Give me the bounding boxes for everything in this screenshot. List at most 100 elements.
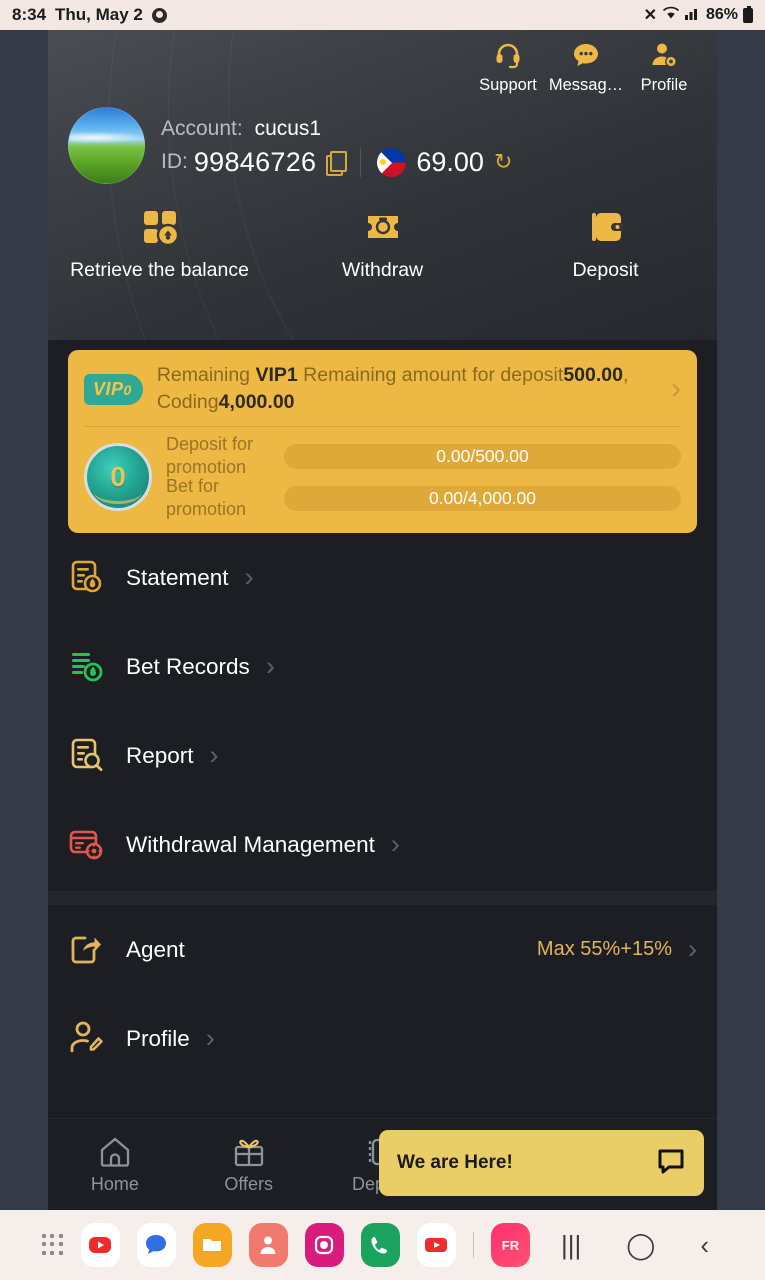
balance-amount: 69.00 xyxy=(416,146,484,177)
menu-label: Bet Records xyxy=(126,653,250,679)
support-button[interactable]: Support xyxy=(469,40,547,95)
taskbar-app-instagram[interactable] xyxy=(304,1223,344,1267)
wifi-icon xyxy=(662,6,680,25)
account-line: Account: cucus1 xyxy=(161,114,512,144)
philippines-flag-icon xyxy=(377,147,407,177)
status-time: 8:34 xyxy=(12,5,47,24)
quick-actions: Retrieve the balance Withdraw Deposit xyxy=(48,206,717,283)
deposit-promotion-label: Deposit for promotion xyxy=(166,434,254,477)
agent-commission-value: Max 55%+15% xyxy=(536,938,672,960)
app-viewport: Support Messag… Profile Account: cucus1 … xyxy=(48,30,717,1210)
withdraw-label: Withdraw xyxy=(341,259,424,281)
deposit-wallet-icon xyxy=(494,206,717,252)
menu-item-profile[interactable]: Profile › xyxy=(68,994,697,1083)
promotion-progress-row: Bet for promotion 0.00/4,000.00 xyxy=(166,476,681,519)
deposit-button[interactable]: Deposit xyxy=(494,206,717,283)
bet-promotion-label: Bet for promotion xyxy=(166,476,247,519)
account-name: cucus1 xyxy=(254,116,322,140)
refresh-balance-icon[interactable]: ↻ xyxy=(494,149,512,175)
back-button[interactable]: ‹ xyxy=(686,1230,723,1261)
header-top-icons: Support Messag… Profile xyxy=(48,30,717,95)
avatar[interactable] xyxy=(68,107,145,184)
chrome-icon xyxy=(151,7,167,23)
vip-level-badge: VIP0 xyxy=(84,373,143,405)
deposit-label: Deposit xyxy=(572,259,639,281)
chat-bubble-icon[interactable] xyxy=(656,1146,686,1181)
support-label: Support xyxy=(479,76,537,94)
phone-screen: 8:34 Thu, May 2 ✕ 86% Support Messag… Pr… xyxy=(0,0,765,1280)
id-and-balance-line: ID: 99846726 69.00 ↻ xyxy=(161,147,512,178)
vip-progress-card[interactable]: VIP0 Remaining VIP1 Remaining amount for… xyxy=(68,350,697,533)
vip-progress-section: 0 Deposit for promotion 0.00/500.00 Bet … xyxy=(84,434,681,519)
live-chat-widget[interactable]: We are Here! xyxy=(379,1130,704,1196)
menu-item-agent[interactable]: Agent Max 55%+15% › xyxy=(68,905,697,994)
statement-icon xyxy=(68,559,106,597)
taskbar-app-phone[interactable] xyxy=(360,1223,400,1267)
account-label: Account: xyxy=(161,116,243,140)
nav-offers[interactable]: Offers xyxy=(182,1135,316,1195)
menu-item-withdrawal-management[interactable]: Withdrawal Management › xyxy=(68,800,697,889)
vip-medal-number: 0 xyxy=(110,461,126,492)
taskbar-divider xyxy=(472,1232,474,1258)
messages-label: Messag… xyxy=(548,76,624,94)
menu-group-primary: Statement › Bet Records › Report › Withd… xyxy=(48,533,717,889)
nav-home[interactable]: Home xyxy=(48,1135,182,1195)
taskbar-app-youtube-music[interactable] xyxy=(80,1223,120,1267)
taskbar-app-messages[interactable] xyxy=(136,1223,176,1267)
menu-label: Profile xyxy=(126,1025,190,1051)
vip-medal-badge: 0 xyxy=(84,443,152,511)
profile-gear-icon xyxy=(625,40,703,74)
chevron-right-icon: › xyxy=(688,934,697,964)
menu-item-report[interactable]: Report › xyxy=(68,711,697,800)
gift-icon xyxy=(182,1135,316,1171)
divider xyxy=(84,426,681,427)
retrieve-balance-button[interactable]: Retrieve the balance xyxy=(48,206,271,283)
vip-chevron-icon[interactable]: › xyxy=(671,374,681,404)
profile-button[interactable]: Profile xyxy=(625,40,703,95)
account-summary: Account: cucus1 ID: 99846726 69.00 ↻ xyxy=(48,95,717,184)
menu-item-statement[interactable]: Statement › xyxy=(68,533,697,622)
deposit-progress-bar: 0.00/500.00 xyxy=(284,443,681,469)
status-date: Thu, May 2 xyxy=(55,5,143,24)
menu-label: Withdrawal Management xyxy=(126,831,375,857)
home-button[interactable]: ◯ xyxy=(612,1230,669,1261)
taskbar-app-contacts[interactable] xyxy=(248,1223,288,1267)
taskbar-app-files[interactable] xyxy=(192,1223,232,1267)
promotion-progress-list: Deposit for promotion 0.00/500.00 Bet fo… xyxy=(166,434,681,519)
chevron-right-icon: › xyxy=(244,562,254,592)
app-drawer-icon[interactable] xyxy=(41,1234,64,1256)
signal-icon xyxy=(684,6,701,25)
bet-records-icon xyxy=(68,648,106,686)
status-bar: 8:34 Thu, May 2 ✕ 86% xyxy=(0,0,765,30)
withdraw-icon xyxy=(271,206,494,252)
message-icon xyxy=(547,40,625,74)
android-taskbar: FR ||| ◯ ‹ xyxy=(0,1210,765,1280)
id-value: 99846726 xyxy=(193,146,317,177)
mute-icon: ✕ xyxy=(643,7,657,24)
vip-message: Remaining VIP1 Remaining amount for depo… xyxy=(156,364,629,413)
chevron-right-icon: › xyxy=(265,651,275,681)
chevron-right-icon: › xyxy=(209,740,219,770)
menu-label: Agent xyxy=(126,936,185,962)
copy-icon[interactable] xyxy=(326,151,348,176)
status-bar-right: ✕ 86% xyxy=(644,5,753,25)
profile-label: Profile xyxy=(640,76,688,94)
chevron-right-icon: › xyxy=(390,829,400,859)
promotion-progress-row: Deposit for promotion 0.00/500.00 xyxy=(166,434,681,477)
messages-button[interactable]: Messag… xyxy=(547,40,625,95)
recents-button[interactable]: ||| xyxy=(547,1230,595,1261)
menu-item-bet-records[interactable]: Bet Records › xyxy=(68,622,697,711)
vip-card-header: VIP0 Remaining VIP1 Remaining amount for… xyxy=(84,362,681,416)
account-header: Support Messag… Profile Account: cucus1 … xyxy=(48,30,717,340)
battery-icon xyxy=(743,5,753,23)
taskbar-app-youtube[interactable] xyxy=(416,1223,456,1267)
divider xyxy=(360,147,362,177)
id-label: ID: xyxy=(161,150,188,173)
taskbar-app-fr[interactable]: FR xyxy=(490,1223,530,1267)
withdraw-button[interactable]: Withdraw xyxy=(271,206,494,283)
account-text: Account: cucus1 ID: 99846726 69.00 ↻ xyxy=(161,114,512,178)
agent-share-icon xyxy=(68,931,106,969)
chat-widget-text: We are Here! xyxy=(397,1152,513,1173)
battery-percent: 86% xyxy=(705,6,738,23)
profile-edit-icon xyxy=(68,1020,106,1058)
